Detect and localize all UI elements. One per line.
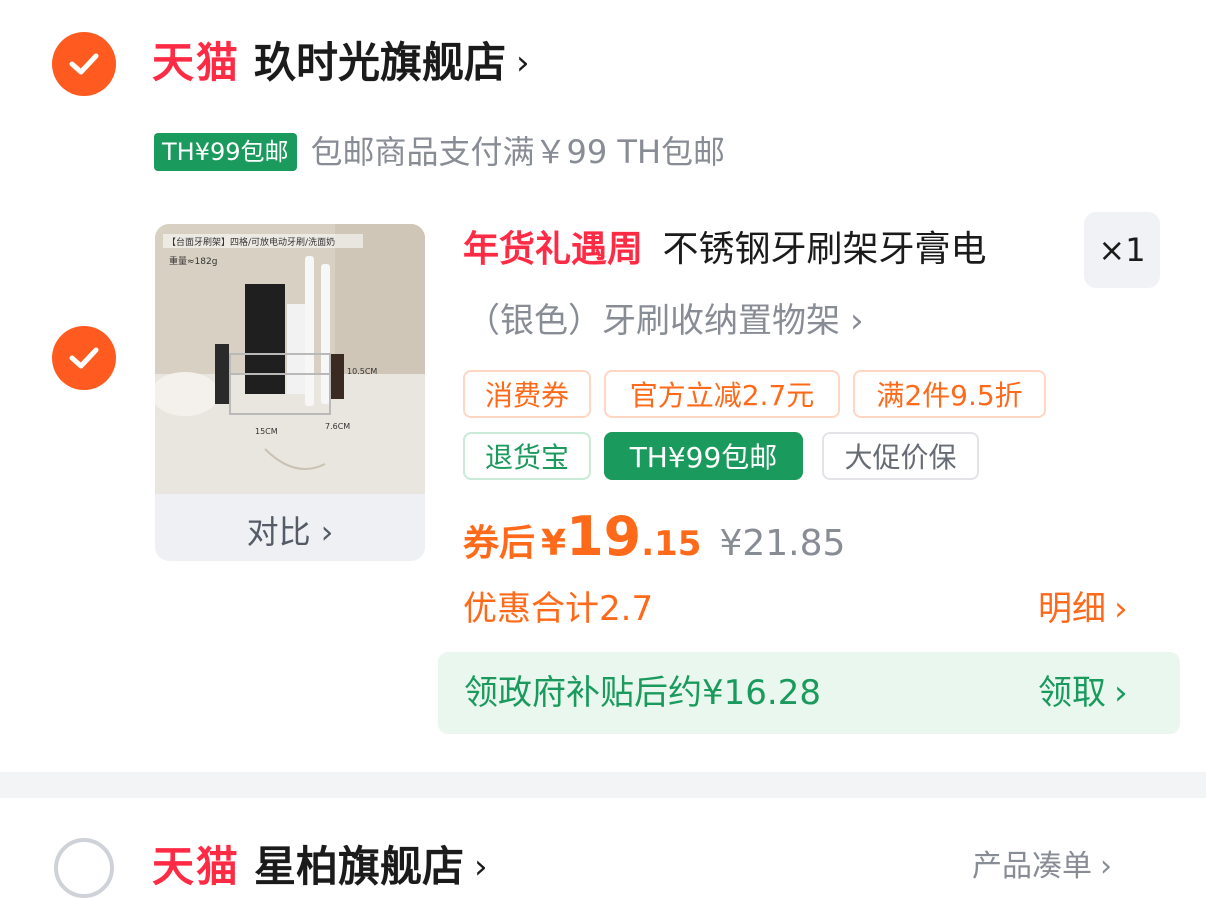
section-divider [0,772,1206,798]
product-title-text: 不锈钢牙刷架牙膏电 [662,229,987,270]
currency-symbol: ¥ [541,523,567,564]
image-dim-width: 15CM [255,427,278,436]
chevron-right-icon: › [1100,849,1112,884]
image-weight-text: 重量≈182g [169,255,217,267]
add-on-label: 产品凑单 [972,849,1092,884]
price-decimal: .15 [641,524,702,564]
tag-price-protection[interactable]: 大促价保 [822,432,979,480]
store2-header[interactable]: 天猫 星柏旗舰店 › [152,846,488,888]
image-dim-depth: 7.6CM [325,422,350,431]
checkmark-icon [69,53,99,75]
product-image: 【台面牙刷架】四格/可放电动牙刷/洗面奶 重量≈182g 15CM 7.6CM … [155,224,425,494]
image-dim-height: 10.5CM [347,367,377,376]
detail-label: 明细 [1038,589,1106,629]
add-on-button[interactable]: 产品凑单 › [972,852,1112,882]
price-row: 券后 ¥ 19 .15 ¥21.85 [463,510,845,564]
chevron-right-icon: › [1114,589,1128,629]
tag-coupon[interactable]: 消费券 [463,370,591,418]
tmall-logo: 天猫 [152,842,241,891]
compare-button[interactable]: 对比 › [155,498,425,561]
price-integer: 19 [566,505,642,568]
checkmark-icon [69,347,99,369]
item-select-checkbox[interactable] [52,326,116,390]
chevron-right-icon: › [1114,673,1128,713]
chevron-right-icon: › [516,43,530,83]
quantity-box[interactable]: ×1 [1084,212,1160,288]
shipping-note: 包邮商品支付满￥99 TH包邮 [310,133,726,171]
image-banner-text: 【台面牙刷架】四格/可放电动牙刷/洗面奶 [167,236,335,248]
subsidy-claim-label: 领取 [1038,673,1106,713]
shipping-badge: TH¥99包邮 [154,133,297,171]
quantity-value: ×1 [1098,231,1146,269]
product-thumbnail[interactable]: 【台面牙刷架】四格/可放电动牙刷/洗面奶 重量≈182g 15CM 7.6CM … [155,224,425,561]
store-select-checkbox[interactable] [52,32,116,96]
sku-selector[interactable]: （银色）牙刷收纳置物架 › [466,304,864,338]
original-price: ¥21.85 [719,523,846,564]
tmall-logo: 天猫 [152,38,241,87]
store2-name: 星柏旗舰店 [254,842,465,891]
discount-total: 优惠合计2.7 [463,589,654,629]
chevron-right-icon: › [320,512,334,551]
shipping-row: TH¥99包邮 包邮商品支付满￥99 TH包邮 [154,133,725,171]
subsidy-claim-button[interactable]: 领取 › [1038,676,1128,710]
chevron-right-icon: › [474,847,488,887]
tag-official-discount[interactable]: 官方立减2.7元 [604,370,840,418]
store-header[interactable]: 天猫 玖时光旗舰店 › [152,42,530,84]
promo-tag: 年货礼遇周 [463,229,644,270]
tag-free-shipping[interactable]: TH¥99包邮 [604,432,803,480]
compare-label: 对比 [246,512,311,551]
store2-select-checkbox[interactable] [54,838,114,898]
subsidy-text: 领政府补贴后约¥16.28 [464,673,821,713]
product-title[interactable]: 年货礼遇周 不锈钢牙刷架牙膏电 [463,232,986,268]
subsidy-banner[interactable]: 领政府补贴后约¥16.28 领取 › [438,652,1180,734]
sku-spec: （银色）牙刷收纳置物架 [466,301,840,341]
store-name: 玖时光旗舰店 [254,38,507,87]
tag-multi-buy[interactable]: 满2件9.5折 [853,370,1046,418]
tag-return-insurance[interactable]: 退货宝 [463,432,591,480]
chevron-right-icon: › [850,301,864,341]
detail-button[interactable]: 明细 › [1038,592,1128,626]
price-label: 券后 [463,523,536,564]
